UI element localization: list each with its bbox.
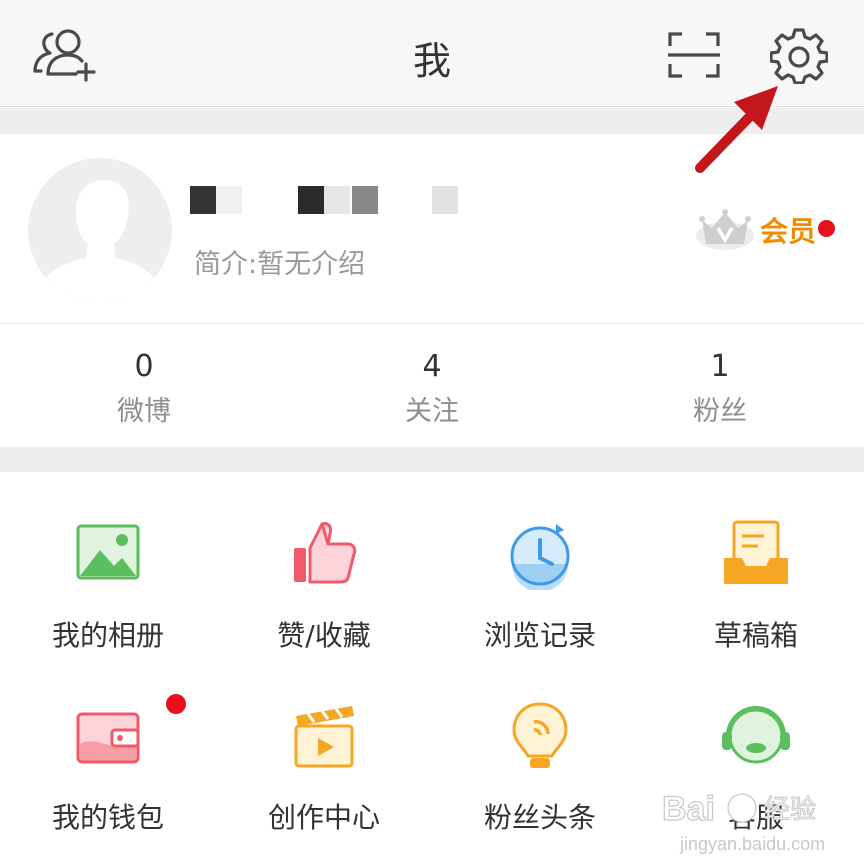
history-clock-icon [510, 524, 570, 590]
thumbs-up-icon [294, 522, 357, 584]
photo-album-icon [76, 524, 140, 580]
svg-text:jingyan.baidu.com: jingyan.baidu.com [679, 834, 825, 854]
crown-icon [696, 209, 754, 250]
menu-item-wallet[interactable]: 我的钱包 [0, 654, 216, 834]
annotation-arrow-icon [695, 86, 778, 173]
wallet-icon [76, 712, 140, 764]
baidu-jingyan-watermark: Bai 经验 jingyan.baidu.com [661, 789, 825, 854]
stat-value: 1 [710, 349, 730, 384]
stat-weibo[interactable]: 0 微博 [0, 349, 288, 428]
svg-text:经验: 经验 [764, 795, 816, 825]
vip-label: 会员 [760, 215, 817, 248]
stat-value: 4 [422, 349, 442, 384]
menu-item-album[interactable]: 我的相册 [0, 472, 216, 652]
headset-icon [722, 706, 790, 764]
menu-item-likes[interactable]: 赞/收藏 [216, 472, 432, 652]
vip-badge[interactable]: 会员 [694, 204, 854, 254]
blurred-username [190, 186, 490, 220]
stat-label: 微博 [117, 396, 171, 427]
menu-label: 创作中心 [267, 801, 380, 834]
svg-text:Bai: Bai [662, 790, 715, 828]
menu-label: 我的相册 [51, 619, 164, 652]
stats-bar: 0 微博 4 关注 1 粉丝 [0, 325, 864, 447]
stat-fans[interactable]: 1 粉丝 [576, 349, 864, 428]
notification-dot [818, 220, 835, 237]
menu-label: 草稿箱 [713, 619, 798, 652]
profile-bio: 简介:暂无介绍 [194, 249, 366, 280]
notification-dot [166, 694, 186, 714]
clapperboard-icon [294, 706, 354, 768]
stat-following[interactable]: 4 关注 [288, 349, 576, 428]
menu-item-history[interactable]: 浏览记录 [432, 472, 648, 652]
stat-label: 关注 [405, 396, 459, 427]
avatar[interactable] [28, 158, 172, 302]
stat-value: 0 [134, 349, 154, 384]
default-avatar-icon [28, 158, 172, 302]
menu-label: 浏览记录 [483, 619, 596, 652]
lightbulb-icon [512, 702, 568, 768]
section-divider [0, 447, 864, 472]
stat-label: 粉丝 [693, 396, 747, 427]
menu-item-drafts[interactable]: 草稿箱 [648, 472, 864, 652]
menu-label: 粉丝头条 [483, 801, 596, 834]
menu-label: 赞/收藏 [277, 619, 371, 652]
menu-label: 我的钱包 [51, 801, 164, 834]
menu-item-fans-headline[interactable]: 粉丝头条 [432, 654, 648, 834]
drafts-tray-icon [724, 520, 788, 584]
menu-item-creator[interactable]: 创作中心 [216, 654, 432, 834]
